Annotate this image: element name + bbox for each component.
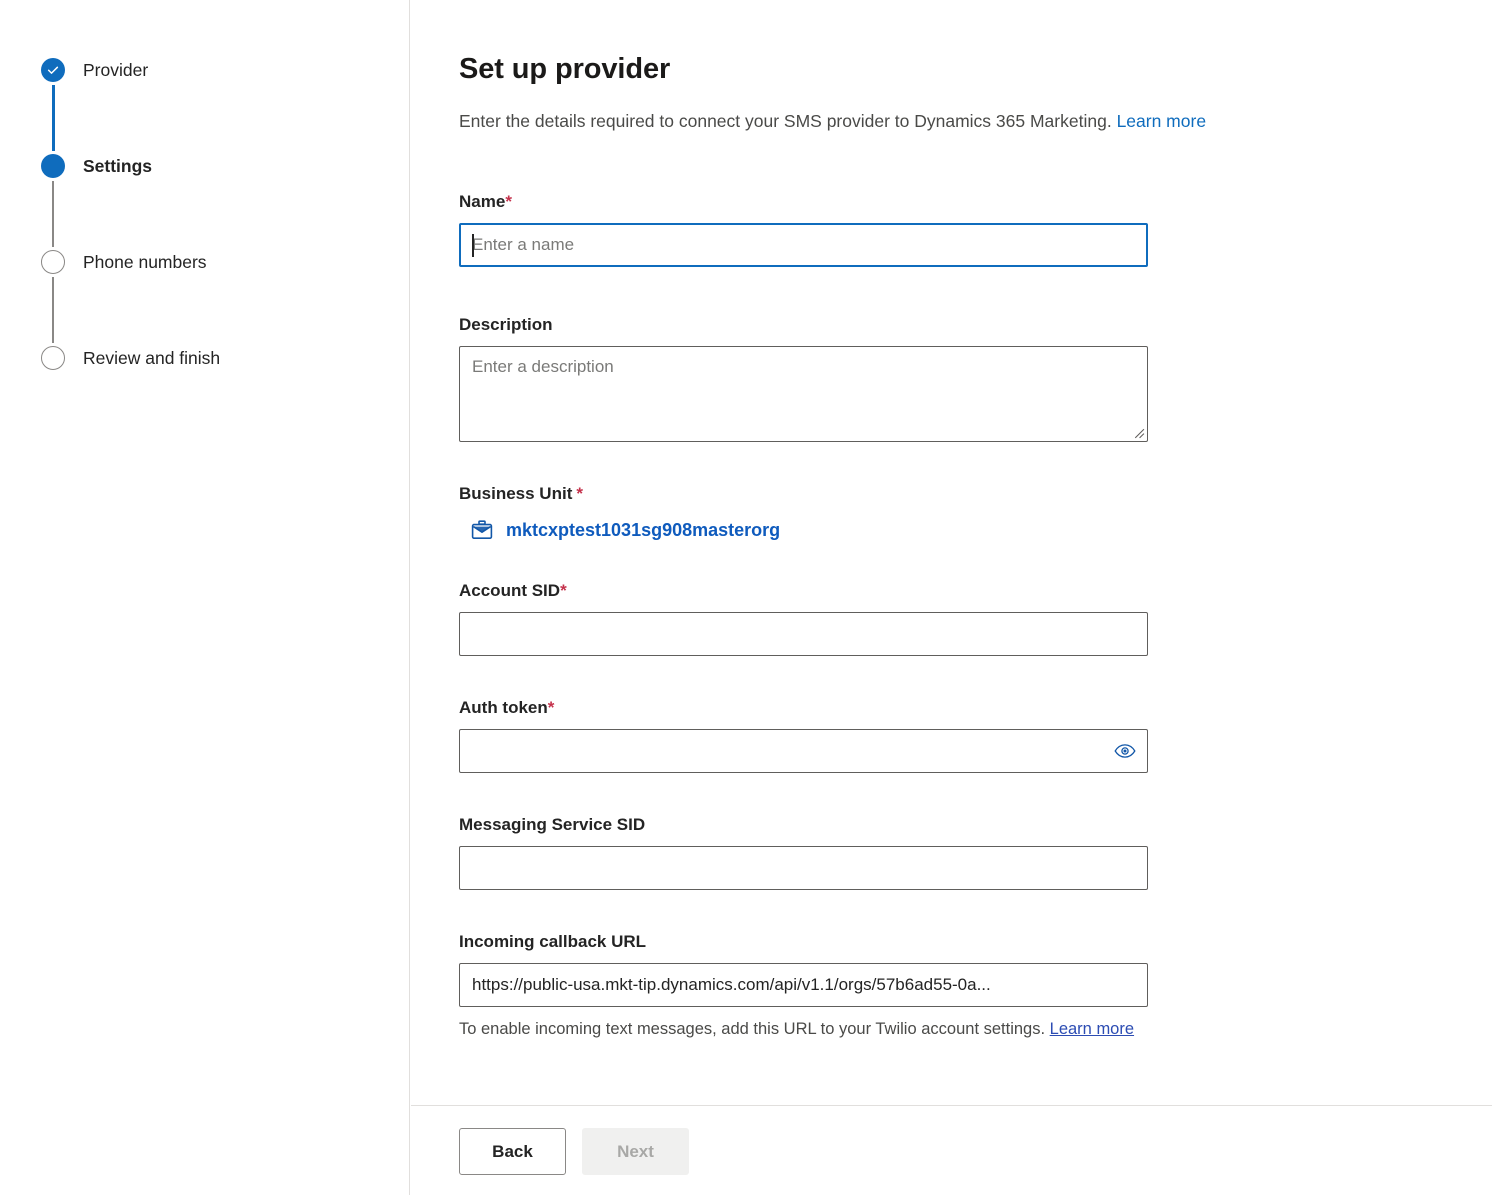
learn-more-link-callback[interactable]: Learn more <box>1050 1020 1134 1038</box>
sidebar-item-phone-numbers[interactable]: Phone numbers <box>41 247 381 277</box>
step-marker-pending-1 <box>41 250 65 274</box>
briefcase-icon <box>471 520 493 540</box>
incoming-callback-url-helper-text: To enable incoming text messages, add th… <box>459 1020 1046 1038</box>
sidebar-item-label-provider: Provider <box>83 60 149 80</box>
label-name-text: Name <box>459 192 506 211</box>
step-connector-2 <box>52 181 55 247</box>
wizard-footer: Back Next <box>411 1105 1492 1195</box>
business-unit-value-row[interactable]: mktcxptest1031sg908masterorg <box>470 515 1149 545</box>
check-icon <box>47 66 59 74</box>
field-business-unit: Business Unit * mktcxptest1031sg908master… <box>459 482 1149 545</box>
step-connector-3 <box>52 277 55 343</box>
wizard-steps-list: Provider Settings Phone numbers Review a… <box>41 55 381 373</box>
sidebar-item-label-phone-numbers: Phone numbers <box>83 252 207 272</box>
step-marker-completed <box>41 58 65 82</box>
page-subtitle-text: Enter the details required to connect yo… <box>459 111 1112 131</box>
label-business-unit: Business Unit * <box>459 482 1149 506</box>
field-incoming-callback-url: Incoming callback URL To enable incoming… <box>459 930 1149 1043</box>
label-description: Description <box>459 315 553 334</box>
label-auth-token-text: Auth token <box>459 698 548 717</box>
label-messaging-service-sid: Messaging Service SID <box>459 815 646 834</box>
sidebar-item-review-and-finish[interactable]: Review and finish <box>41 343 381 373</box>
messaging-service-sid-input[interactable] <box>459 846 1148 890</box>
label-business-unit-text: Business Unit <box>459 484 573 503</box>
label-name: Name* <box>459 190 1149 214</box>
next-button[interactable]: Next <box>582 1128 689 1175</box>
description-textarea[interactable] <box>459 346 1148 442</box>
required-asterisk-name: * <box>505 192 512 211</box>
business-unit-link[interactable]: mktcxptest1031sg908masterorg <box>506 520 780 541</box>
step-marker-pending-2 <box>41 346 65 370</box>
label-auth-token: Auth token* <box>459 696 1149 720</box>
page-title: Set up provider <box>459 53 671 85</box>
field-name: Name* <box>459 190 1149 267</box>
learn-more-link-header[interactable]: Learn more <box>1117 111 1207 131</box>
label-account-sid-text: Account SID <box>459 581 561 600</box>
sidebar-item-label-settings: Settings <box>83 156 153 176</box>
sidebar-item-provider[interactable]: Provider <box>41 55 381 85</box>
main-panel: Set up provider Enter the details requir… <box>411 0 1492 1195</box>
name-input-wrap <box>459 223 1148 267</box>
name-input[interactable] <box>459 223 1148 267</box>
required-asterisk-account-sid: * <box>560 581 567 600</box>
sidebar-item-settings[interactable]: Settings <box>41 151 381 181</box>
field-description: Description <box>459 313 1149 442</box>
field-account-sid: Account SID* <box>459 579 1149 656</box>
sidebar-item-label-review-and-finish: Review and finish <box>83 348 221 368</box>
account-sid-input[interactable] <box>459 612 1148 656</box>
reveal-password-button[interactable] <box>1112 740 1138 762</box>
wizard-step-rail: Provider Settings Phone numbers Review a… <box>0 0 410 1195</box>
back-button[interactable]: Back <box>459 1128 566 1175</box>
auth-token-input[interactable] <box>459 729 1148 773</box>
text-caret <box>472 234 474 257</box>
description-textarea-wrap <box>459 346 1148 442</box>
field-auth-token: Auth token* <box>459 696 1149 773</box>
eye-icon <box>1114 744 1136 758</box>
label-incoming-callback-url: Incoming callback URL <box>459 932 647 951</box>
incoming-callback-url-helper: To enable incoming text messages, add th… <box>459 1015 1145 1043</box>
label-account-sid: Account SID* <box>459 579 1149 603</box>
step-connector-1 <box>51 85 55 151</box>
field-messaging-service-sid: Messaging Service SID <box>459 813 1149 890</box>
step-marker-active <box>41 154 65 178</box>
setup-provider-wizard: Provider Settings Phone numbers Review a… <box>0 0 1492 1195</box>
required-asterisk-auth-token: * <box>547 698 555 717</box>
incoming-callback-url-input[interactable] <box>459 963 1148 1007</box>
form-scroll-area: Set up provider Enter the details requir… <box>459 0 1492 1105</box>
required-asterisk-business-unit: * <box>576 484 583 503</box>
provider-settings-form: Name* Description <box>459 190 1149 1043</box>
auth-token-input-wrap <box>459 729 1148 773</box>
page-subtitle: Enter the details required to connect yo… <box>459 108 1206 134</box>
wizard-footer-buttons: Back Next <box>459 1128 689 1175</box>
